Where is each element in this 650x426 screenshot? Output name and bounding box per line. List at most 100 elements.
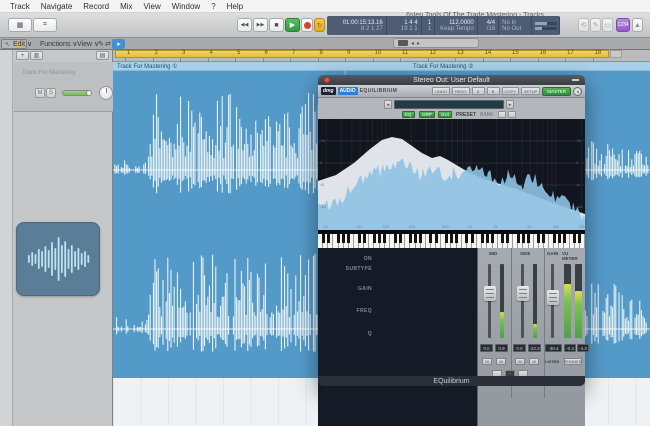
bank-label[interactable]: BANK	[480, 112, 494, 118]
volume-slider[interactable]	[62, 90, 92, 96]
region-label-1[interactable]: Track For Mastering ①	[117, 63, 178, 70]
nudge-icon[interactable]: ⇄	[105, 40, 111, 48]
stop-button[interactable]: ■	[269, 18, 284, 32]
piano-black-key[interactable]	[578, 234, 582, 243]
minimize-icon[interactable]	[572, 79, 579, 81]
plugin-btn-a[interactable]: A	[471, 87, 485, 95]
preset-next-button[interactable]: ▸	[506, 100, 514, 109]
piano-black-key[interactable]	[429, 234, 433, 243]
piano-black-key[interactable]	[434, 234, 438, 243]
record-button[interactable]	[301, 18, 313, 32]
plugin-btn-copy[interactable]: COPY	[501, 87, 519, 95]
power-button[interactable]	[573, 86, 582, 96]
piano-black-key[interactable]	[450, 234, 453, 243]
pencil-tool-icon[interactable]: ✎	[98, 40, 104, 48]
lcd-display[interactable]: 01:00:15:13.16 8 2 1 27 1 4 4 19 1 1 1 1 112.0…	[327, 16, 560, 35]
mid-fader[interactable]	[483, 286, 496, 301]
lcd-field-1[interactable]: 1 4 4 19 1 1	[387, 16, 422, 35]
piano-black-key[interactable]	[506, 234, 510, 243]
tab-grp[interactable]: GRP	[419, 111, 435, 118]
piano-black-key[interactable]	[573, 234, 577, 243]
plugin-btn-b[interactable]: B	[486, 87, 500, 95]
replace-button[interactable]: ⟲	[578, 18, 589, 32]
tab-eq[interactable]: EQ	[402, 111, 415, 118]
band-parameter-panel[interactable]: ON SUBTYPE GAIN FREQ Q	[318, 248, 477, 426]
snap-drag-controls[interactable]: ◂ ▸	[393, 38, 479, 48]
menu-view[interactable]: View	[144, 2, 161, 11]
tab-gui[interactable]: GUI	[438, 111, 453, 118]
save-icon[interactable]	[508, 111, 516, 118]
piano-black-key[interactable]	[393, 234, 397, 243]
plugin-btn-setup[interactable]: SETUP	[520, 87, 541, 95]
plugin-btn-undo[interactable]: UNDO	[432, 87, 450, 95]
bar-ruler[interactable]: 1 2 3 4 5 6 7 8 9 10 11 12 13 14 15 16 17 18	[113, 50, 650, 62]
forward-button[interactable]: ▶▶	[253, 18, 268, 32]
piano-black-key[interactable]	[326, 234, 330, 243]
mid-phase-button[interactable]: Ø	[496, 358, 506, 365]
track-name[interactable]: Track For Mastering	[22, 70, 75, 76]
add-track-button[interactable]: +	[16, 51, 29, 60]
piano-keyboard[interactable]	[318, 234, 585, 248]
region-title-bar[interactable]: Track For Mastering ① Track For Masterin…	[113, 62, 650, 71]
piano-black-key[interactable]	[362, 234, 366, 243]
left-arrow-icon[interactable]: ◂	[411, 40, 414, 47]
plugin-btn-redo[interactable]: REDO	[451, 87, 470, 95]
menu-window[interactable]: Window	[172, 2, 200, 11]
piano-black-key[interactable]	[552, 234, 556, 243]
eq-spectrum-display[interactable]: +6 +6 0 0 -6 -6 -12 -12 20 50 100 200 500 1k 2k 5k 10k 2…	[318, 119, 585, 230]
piano-black-key[interactable]	[347, 234, 351, 243]
piano-black-key[interactable]	[321, 234, 325, 243]
right-arrow-icon[interactable]: ▸	[417, 40, 420, 47]
lcd-field-5[interactable]: No In No Out	[499, 16, 532, 35]
piano-black-key[interactable]	[470, 234, 474, 243]
piano-black-key[interactable]	[398, 234, 402, 243]
piano-black-key[interactable]	[557, 234, 561, 243]
piano-black-key[interactable]	[378, 234, 382, 243]
piano-black-key[interactable]	[357, 234, 361, 243]
solo-track-button[interactable]: S	[46, 88, 56, 98]
preset-name-box[interactable]	[394, 100, 504, 109]
track-header[interactable]: Track For Mastering M S	[14, 62, 113, 112]
piano-black-key[interactable]	[516, 234, 520, 243]
duplicate-track-button[interactable]: ▥	[30, 51, 43, 60]
close-icon[interactable]	[324, 77, 330, 83]
side-fader[interactable]	[516, 286, 529, 301]
menu-?[interactable]: ?	[211, 2, 215, 11]
piano-black-key[interactable]	[562, 234, 566, 243]
menu-mix[interactable]: Mix	[120, 2, 132, 11]
gain-fader[interactable]	[546, 290, 559, 305]
side-mute-button[interactable]: M	[515, 358, 525, 365]
piano-black-key[interactable]	[491, 234, 495, 243]
phones-button[interactable]: PHONES	[564, 358, 582, 365]
menu-navigate[interactable]: Navigate	[41, 2, 73, 11]
piano-black-key[interactable]	[444, 234, 448, 243]
piano-black-key[interactable]	[455, 234, 459, 243]
track-sort-button[interactable]: ▤	[96, 51, 109, 60]
lcd-field-0[interactable]: 01:00:15:13.16 8 2 1 27	[327, 16, 387, 35]
piano-black-key[interactable]	[414, 234, 418, 243]
side-phase-button[interactable]: Ø	[529, 358, 539, 365]
drag-mode-icon[interactable]	[398, 40, 408, 46]
metronome-button[interactable]: ▲	[632, 18, 643, 32]
menu-edit[interactable]: Edit ∨	[13, 40, 32, 48]
piano-black-key[interactable]	[485, 234, 489, 243]
master-button[interactable]: MASTER	[542, 86, 571, 96]
mid-mute-button[interactable]: M	[482, 358, 492, 365]
piano-black-key[interactable]	[465, 234, 469, 243]
menu-functions[interactable]: Functions ∨	[40, 40, 77, 48]
piano-black-key[interactable]	[337, 234, 341, 243]
piano-black-key[interactable]	[342, 234, 346, 243]
piano-black-key[interactable]	[501, 234, 505, 243]
mute-button[interactable]: M	[35, 88, 45, 98]
pan-knob[interactable]	[99, 86, 113, 100]
cycle-region-band[interactable]	[115, 50, 609, 58]
lcd-field-3[interactable]: 112.0000 Keep Tempo	[435, 16, 478, 35]
capture-button[interactable]: ✎	[590, 18, 601, 32]
plugin-window[interactable]: Stereo Out: User Default dmg AUDIO EQUIL…	[318, 75, 589, 426]
lcd-field-4[interactable]: 4/4/16	[478, 16, 500, 35]
lcd-field-2[interactable]: 11	[422, 16, 436, 35]
inspector-toggle-button[interactable]: ⌗	[33, 18, 57, 32]
solo-button[interactable]: ▭	[602, 18, 613, 32]
catch-playhead-button[interactable]: ➤	[112, 39, 125, 49]
play-button[interactable]: ▶	[285, 18, 300, 32]
